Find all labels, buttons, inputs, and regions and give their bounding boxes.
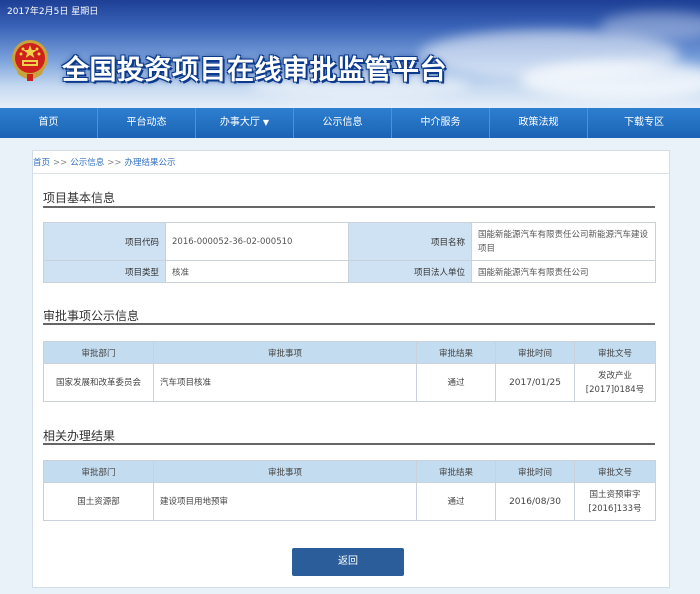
cloud-decoration xyxy=(520,60,700,100)
column-header: 审批部门 xyxy=(43,460,154,483)
column-header: 审批事项 xyxy=(153,460,417,483)
result-doc-line2: [2016]133号 xyxy=(588,503,642,514)
result-result-cell: 通过 xyxy=(416,482,496,521)
section-title-approval-info: 审批事项公示信息 xyxy=(43,309,140,323)
project-name-label: 项目名称 xyxy=(348,222,472,261)
project-name-value: 国能新能源汽车有限责任公司新能源汽车建设项目 xyxy=(471,222,656,261)
nav-item-label: 中介服务 xyxy=(420,117,461,128)
approval-table: 审批部门 审批事项 审批结果 审批时间 审批文号 国家发展和改革委员会 汽车项目… xyxy=(43,341,656,402)
approval-doc-line2: [2017]0184号 xyxy=(585,384,645,395)
nav-item-downloads[interactable]: 下载专区 xyxy=(588,108,700,138)
breadcrumb-divider xyxy=(33,173,669,174)
table-row: 项目类型 核准 项目法人单位 国能新能源汽车有限责任公司 xyxy=(43,260,656,283)
result-date-cell: 2016/08/30 xyxy=(495,482,575,521)
site-title: 全国投资项目在线审批监管平台 xyxy=(62,55,447,86)
nav-item-service-hall[interactable]: 办事大厅 ▼ xyxy=(196,108,294,138)
nav-item-home[interactable]: 首页 xyxy=(0,108,98,138)
table-row: 国土资源部 建设项目用地预审 通过 2016/08/30 国土资预审字 [2016… xyxy=(43,482,656,521)
related-results-table: 审批部门 审批事项 审批结果 审批时间 审批文号 国土资源部 建设项目用地预审 … xyxy=(43,460,656,521)
approval-item-cell: 汽车项目核准 xyxy=(153,363,417,402)
content-panel: 首页 >> 公示信息 >> 办理结果公示 项目基本信息 项目代码 2016-000052… xyxy=(32,150,670,588)
section-divider xyxy=(43,206,655,208)
approval-doc-cell: 发改产业 [2017]0184号 xyxy=(574,363,656,402)
breadcrumb-separator: >> xyxy=(107,158,122,168)
approval-date-cell: 2017/01/25 xyxy=(495,363,575,402)
national-emblem-icon xyxy=(12,40,48,81)
nav-item-public-info[interactable]: 公示信息 xyxy=(294,108,392,138)
caret-down-icon: ▼ xyxy=(262,118,270,127)
nav-item-label: 政策法规 xyxy=(518,117,559,128)
table-row: 项目代码 2016-000052-36-02-000510 项目名称 国能新能源… xyxy=(43,222,656,261)
nav-item-label: 首页 xyxy=(38,117,59,128)
nav-item-label: 下载专区 xyxy=(624,117,664,128)
approval-dept-cell: 国家发展和改革委员会 xyxy=(43,363,154,402)
project-type-value: 核准 xyxy=(165,260,349,283)
nav-item-label: 办事大厅 xyxy=(219,117,260,128)
main-nav: 首页 平台动态 办事大厅 ▼ 公示信息 中介服务 政策法规 下载专区 xyxy=(0,108,700,138)
breadcrumb-separator: >> xyxy=(53,158,68,168)
nav-item-agency-services[interactable]: 中介服务 xyxy=(392,108,490,138)
approval-result-cell: 通过 xyxy=(416,363,496,402)
nav-item-label: 公示信息 xyxy=(322,117,363,128)
basic-info-table: 项目代码 2016-000052-36-02-000510 项目名称 国能新能源… xyxy=(43,222,656,283)
result-doc-line1: 国土资预审字 xyxy=(589,489,641,500)
column-header: 审批文号 xyxy=(574,341,656,364)
header-date: 2017年2月5日 星期日 xyxy=(7,7,99,17)
column-header: 审批部门 xyxy=(43,341,154,364)
table-header-row: 审批部门 审批事项 审批结果 审批时间 审批文号 xyxy=(43,460,656,483)
header-banner: 2017年2月5日 星期日 全国投资项目在线审批监管平台 xyxy=(0,0,700,108)
table-header-row: 审批部门 审批事项 审批结果 审批时间 审批文号 xyxy=(43,341,656,364)
table-row: 国家发展和改革委员会 汽车项目核准 通过 2017/01/25 发改产业 [201… xyxy=(43,363,656,402)
column-header: 审批事项 xyxy=(153,341,417,364)
breadcrumb-home-link[interactable]: 首页 xyxy=(33,158,50,168)
back-button[interactable]: 返回 xyxy=(292,548,404,576)
nav-item-platform-news[interactable]: 平台动态 xyxy=(98,108,196,138)
section-divider xyxy=(43,323,655,325)
breadcrumb-public-info-link[interactable]: 公示信息 xyxy=(70,158,104,168)
column-header: 审批时间 xyxy=(495,341,575,364)
column-header: 审批文号 xyxy=(574,460,656,483)
nav-item-label: 平台动态 xyxy=(126,117,167,128)
breadcrumb-current-page[interactable]: 办理结果公示 xyxy=(125,158,176,168)
project-code-value: 2016-000052-36-02-000510 xyxy=(165,222,349,261)
result-dept-cell: 国土资源部 xyxy=(43,482,154,521)
result-item-cell: 建设项目用地预审 xyxy=(153,482,417,521)
legal-entity-label: 项目法人单位 xyxy=(348,260,472,283)
project-code-label: 项目代码 xyxy=(43,222,166,261)
project-type-label: 项目类型 xyxy=(43,260,166,283)
legal-entity-value: 国能新能源汽车有限责任公司 xyxy=(471,260,656,283)
column-header: 审批结果 xyxy=(416,341,496,364)
section-title-related-results: 相关办理结果 xyxy=(43,429,116,443)
column-header: 审批时间 xyxy=(495,460,575,483)
column-header: 审批结果 xyxy=(416,460,496,483)
section-title-basic-info: 项目基本信息 xyxy=(43,191,116,205)
breadcrumb: 首页 >> 公示信息 >> 办理结果公示 xyxy=(33,156,176,168)
approval-doc-line1: 发改产业 xyxy=(597,370,632,381)
section-divider xyxy=(43,443,655,445)
result-doc-cell: 国土资预审字 [2016]133号 xyxy=(574,482,656,521)
nav-item-policies[interactable]: 政策法规 xyxy=(490,108,588,138)
